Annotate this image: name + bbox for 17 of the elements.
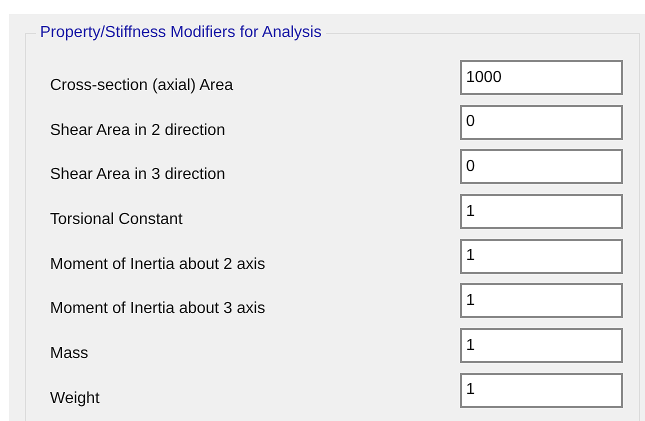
field-label: Moment of Inertia about 2 axis xyxy=(50,254,266,275)
field-label: Shear Area in 2 direction xyxy=(50,120,226,141)
group-title: Property/Stiffness Modifiers for Analysis xyxy=(36,23,326,43)
field-label: Shear Area in 3 direction xyxy=(50,165,226,186)
input-field[interactable]: 0 xyxy=(460,149,623,184)
input-field[interactable]: 0 xyxy=(460,104,623,140)
input-field[interactable]: 1 xyxy=(460,283,623,318)
input-field[interactable]: 1 xyxy=(460,372,623,408)
field-label: Cross-section (axial) Area xyxy=(50,76,234,96)
field-label: Weight xyxy=(50,388,100,409)
input-field[interactable]: 1 xyxy=(460,194,623,230)
field-label: Moment of Inertia about 3 axis xyxy=(50,299,266,320)
field-label: Mass xyxy=(50,344,88,364)
input-field[interactable]: 1 xyxy=(460,328,623,364)
field-label: Torsional Constant xyxy=(50,210,183,230)
input-field[interactable]: 1000 xyxy=(460,60,623,95)
input-field[interactable]: 1 xyxy=(460,238,623,274)
